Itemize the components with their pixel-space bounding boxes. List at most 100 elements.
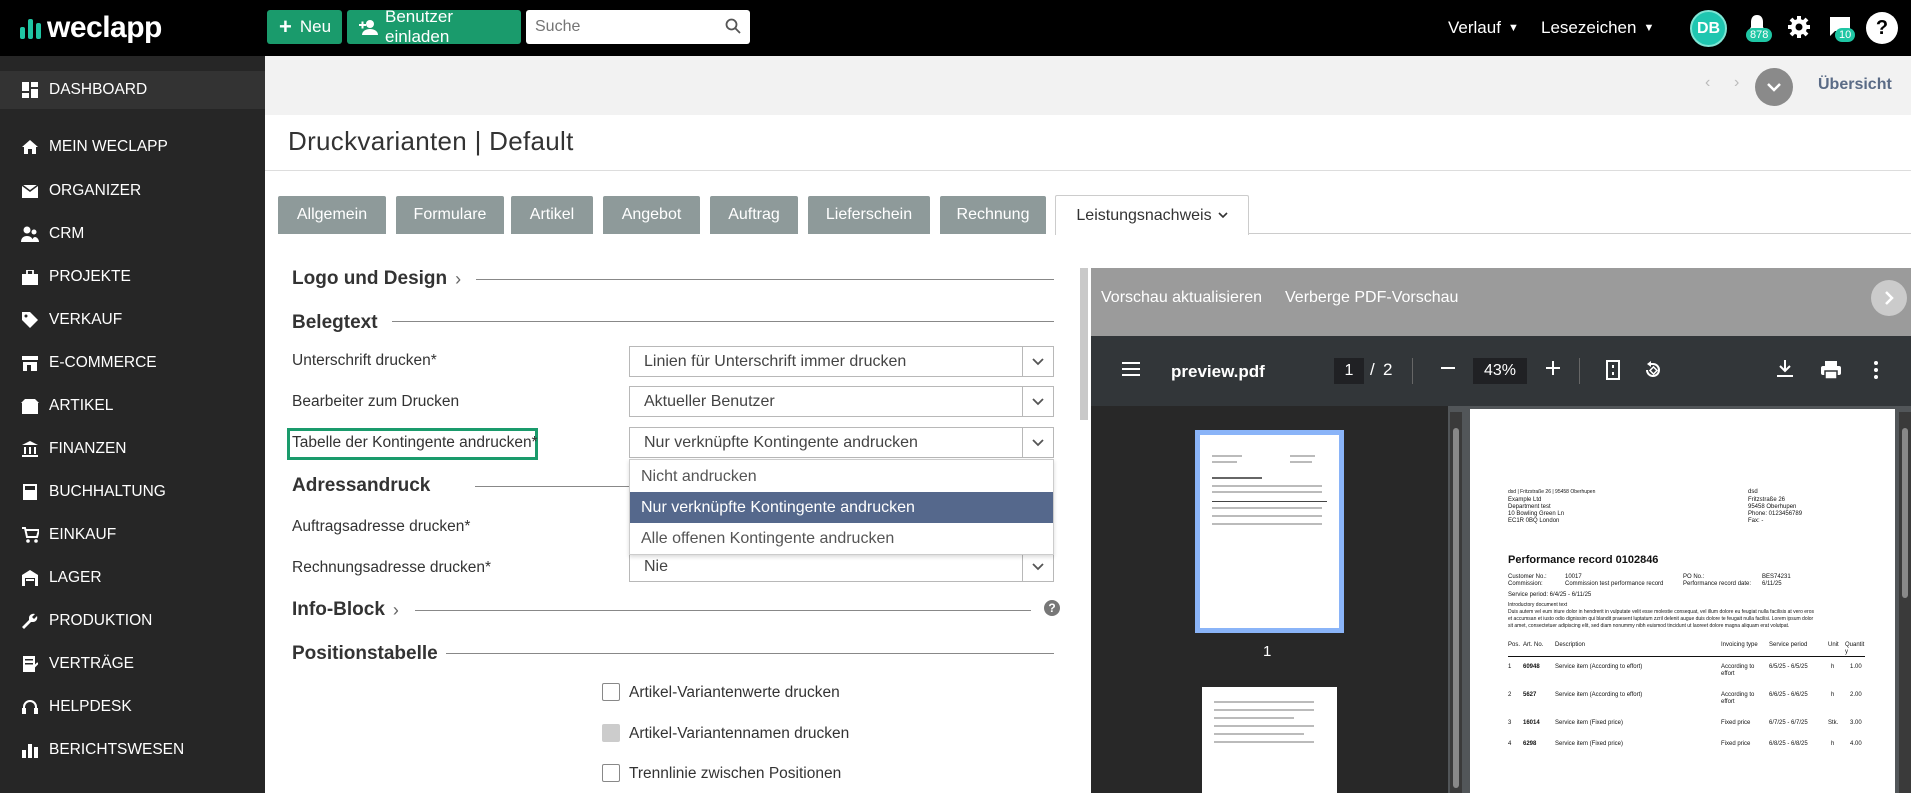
- cell: Fixed price: [1721, 741, 1751, 747]
- people-icon: [21, 225, 39, 243]
- intro-line: Introductory document text: [1508, 602, 1568, 608]
- variant-values-checkbox[interactable]: [602, 683, 620, 701]
- tab-lieferschein[interactable]: Lieferschein: [808, 196, 930, 234]
- separator-line-checkbox[interactable]: [602, 764, 620, 782]
- cell: 6/8/25 - 6/8/25: [1769, 741, 1808, 747]
- sidebar-item-mein-weclapp[interactable]: MEIN WECLAPP: [0, 128, 265, 166]
- sidebar-item-crm[interactable]: CRM: [0, 215, 265, 253]
- chevron-down-icon[interactable]: [1022, 387, 1053, 416]
- cell: Service item (Fixed price): [1555, 720, 1624, 726]
- pdf-scrollbar[interactable]: [1899, 412, 1911, 793]
- page-thumbnail-1[interactable]: [1195, 430, 1344, 633]
- invoice-address-select[interactable]: Nie: [629, 551, 1054, 582]
- weclapp-logo[interactable]: weclapp: [20, 10, 162, 46]
- option-linked-quotas[interactable]: Nur verknüpfte Kontingente andrucken: [630, 492, 1053, 523]
- meta-value: 10017: [1565, 574, 1582, 580]
- divider: [415, 610, 1031, 611]
- sidebar-item-berichtswesen[interactable]: BERICHTSWESEN: [0, 731, 265, 769]
- sidebar-item-vertraege[interactable]: VERTRÄGE: [0, 645, 265, 683]
- sidebar-item-buchhaltung[interactable]: BUCHHALTUNG: [0, 473, 265, 511]
- next-arrow-icon[interactable]: ›: [1734, 74, 1739, 92]
- tab-rechnung[interactable]: Rechnung: [940, 196, 1046, 234]
- table-rule: [1508, 656, 1865, 657]
- tab-auftrag[interactable]: Auftrag: [710, 196, 798, 234]
- chevron-down-icon[interactable]: [1022, 428, 1053, 457]
- signature-select[interactable]: Linien für Unterschrift immer drucken: [629, 346, 1054, 377]
- help-icon[interactable]: ?: [1044, 600, 1060, 616]
- history-menu[interactable]: Verlauf ▼: [1448, 18, 1519, 38]
- sidebar-item-lager[interactable]: LAGER: [0, 559, 265, 597]
- fit-page-icon[interactable]: [1606, 360, 1620, 385]
- new-button[interactable]: + Neu: [267, 10, 342, 44]
- thumbnail-page: [1200, 435, 1339, 628]
- chevron-down-icon[interactable]: [1022, 552, 1053, 581]
- print-icon[interactable]: [1821, 361, 1841, 384]
- zoom-out-icon[interactable]: [1441, 361, 1455, 380]
- option-not-print[interactable]: Nicht andrucken: [630, 461, 1053, 492]
- refresh-preview-link[interactable]: Vorschau aktualisieren: [1101, 289, 1262, 307]
- hide-preview-link[interactable]: Verberge PDF-Vorschau: [1285, 289, 1458, 307]
- cell: 1.00: [1850, 664, 1862, 670]
- menu-icon[interactable]: [1122, 362, 1140, 381]
- company-line-3: 95458 Oberhupen: [1748, 504, 1797, 510]
- page-number-input[interactable]: 1: [1334, 358, 1364, 384]
- cell: 60948: [1523, 664, 1540, 670]
- section-logo-design[interactable]: Logo und Design ›: [292, 268, 461, 290]
- chevron-down-icon[interactable]: [1022, 347, 1053, 376]
- sidebar-item-label: ORGANIZER: [49, 182, 142, 199]
- tab-angebot[interactable]: Angebot: [603, 196, 700, 234]
- chart-icon: [21, 741, 39, 759]
- editor-select[interactable]: Aktueller Benutzer: [629, 386, 1054, 417]
- form-scrollbar[interactable]: [1080, 268, 1088, 420]
- download-icon[interactable]: [1777, 360, 1793, 383]
- page-separator: /: [1370, 360, 1375, 379]
- mail-icon: [21, 182, 39, 200]
- search-icon[interactable]: [725, 18, 741, 39]
- sidebar-item-finanzen[interactable]: FINANZEN: [0, 430, 265, 468]
- quota-table-select[interactable]: Nur verknüpfte Kontingente andrucken: [629, 427, 1054, 458]
- column-header: Service period: [1769, 642, 1808, 648]
- more-options-icon[interactable]: [1874, 361, 1878, 384]
- help-button[interactable]: ?: [1866, 12, 1898, 44]
- cell: h: [1831, 741, 1835, 747]
- cell: Stk.: [1828, 720, 1839, 726]
- tab-allgemein[interactable]: Allgemein: [278, 196, 386, 234]
- plus-icon: +: [279, 14, 292, 39]
- rotate-icon[interactable]: [1643, 360, 1663, 385]
- tab-artikel[interactable]: Artikel: [511, 196, 593, 234]
- section-info-block[interactable]: Info-Block ›: [292, 599, 399, 621]
- zoom-in-icon[interactable]: [1546, 361, 1560, 380]
- sidebar-item-label: PROJEKTE: [49, 268, 131, 285]
- bookmarks-menu[interactable]: Lesezeichen ▼: [1541, 18, 1654, 38]
- overview-link[interactable]: Übersicht: [1818, 76, 1892, 94]
- sidebar-item-artikel[interactable]: ARTIKEL: [0, 387, 265, 425]
- cell: Fixed price: [1721, 720, 1751, 726]
- cell: 16014: [1523, 720, 1540, 726]
- user-avatar[interactable]: DB: [1690, 10, 1727, 47]
- variant-names-label: Artikel-Variantennamen drucken: [629, 725, 850, 742]
- previous-arrow-icon[interactable]: ‹: [1705, 74, 1710, 92]
- sidebar-item-e-commerce[interactable]: E-COMMERCE: [0, 344, 265, 382]
- search-input[interactable]: [526, 10, 716, 44]
- tab-formulare[interactable]: Formulare: [396, 196, 504, 234]
- page-thumbnail-2[interactable]: [1202, 687, 1337, 793]
- collapse-preview-button[interactable]: [1871, 280, 1907, 316]
- option-all-open-quotas[interactable]: Alle offenen Kontingente andrucken: [630, 523, 1053, 554]
- sidebar-item-organizer[interactable]: ORGANIZER: [0, 172, 265, 210]
- tab-leistungsnachweis[interactable]: Leistungsnachweis: [1055, 195, 1249, 235]
- zoom-level[interactable]: 43%: [1473, 358, 1527, 384]
- page-total: 2: [1383, 360, 1393, 379]
- invite-user-button[interactable]: Benutzer einladen: [347, 7, 521, 46]
- company-line-1: dsd: [1748, 489, 1758, 495]
- history-label: Verlauf: [1448, 18, 1501, 37]
- sidebar-item-helpdesk[interactable]: HELPDESK: [0, 688, 265, 726]
- thumbnail-scrollbar[interactable]: [1450, 412, 1462, 793]
- sidebar-item-produktion[interactable]: PRODUKTION: [0, 602, 265, 640]
- messages-badge: 10: [1835, 28, 1856, 42]
- sidebar-item-projekte[interactable]: PROJEKTE: [0, 258, 265, 296]
- gear-icon[interactable]: [1787, 15, 1811, 44]
- actions-dropdown-button[interactable]: [1755, 68, 1793, 106]
- sidebar-item-dashboard[interactable]: DASHBOARD: [0, 71, 265, 109]
- sidebar-item-verkauf[interactable]: VERKAUF: [0, 301, 265, 339]
- sidebar-item-einkauf[interactable]: EINKAUF: [0, 516, 265, 554]
